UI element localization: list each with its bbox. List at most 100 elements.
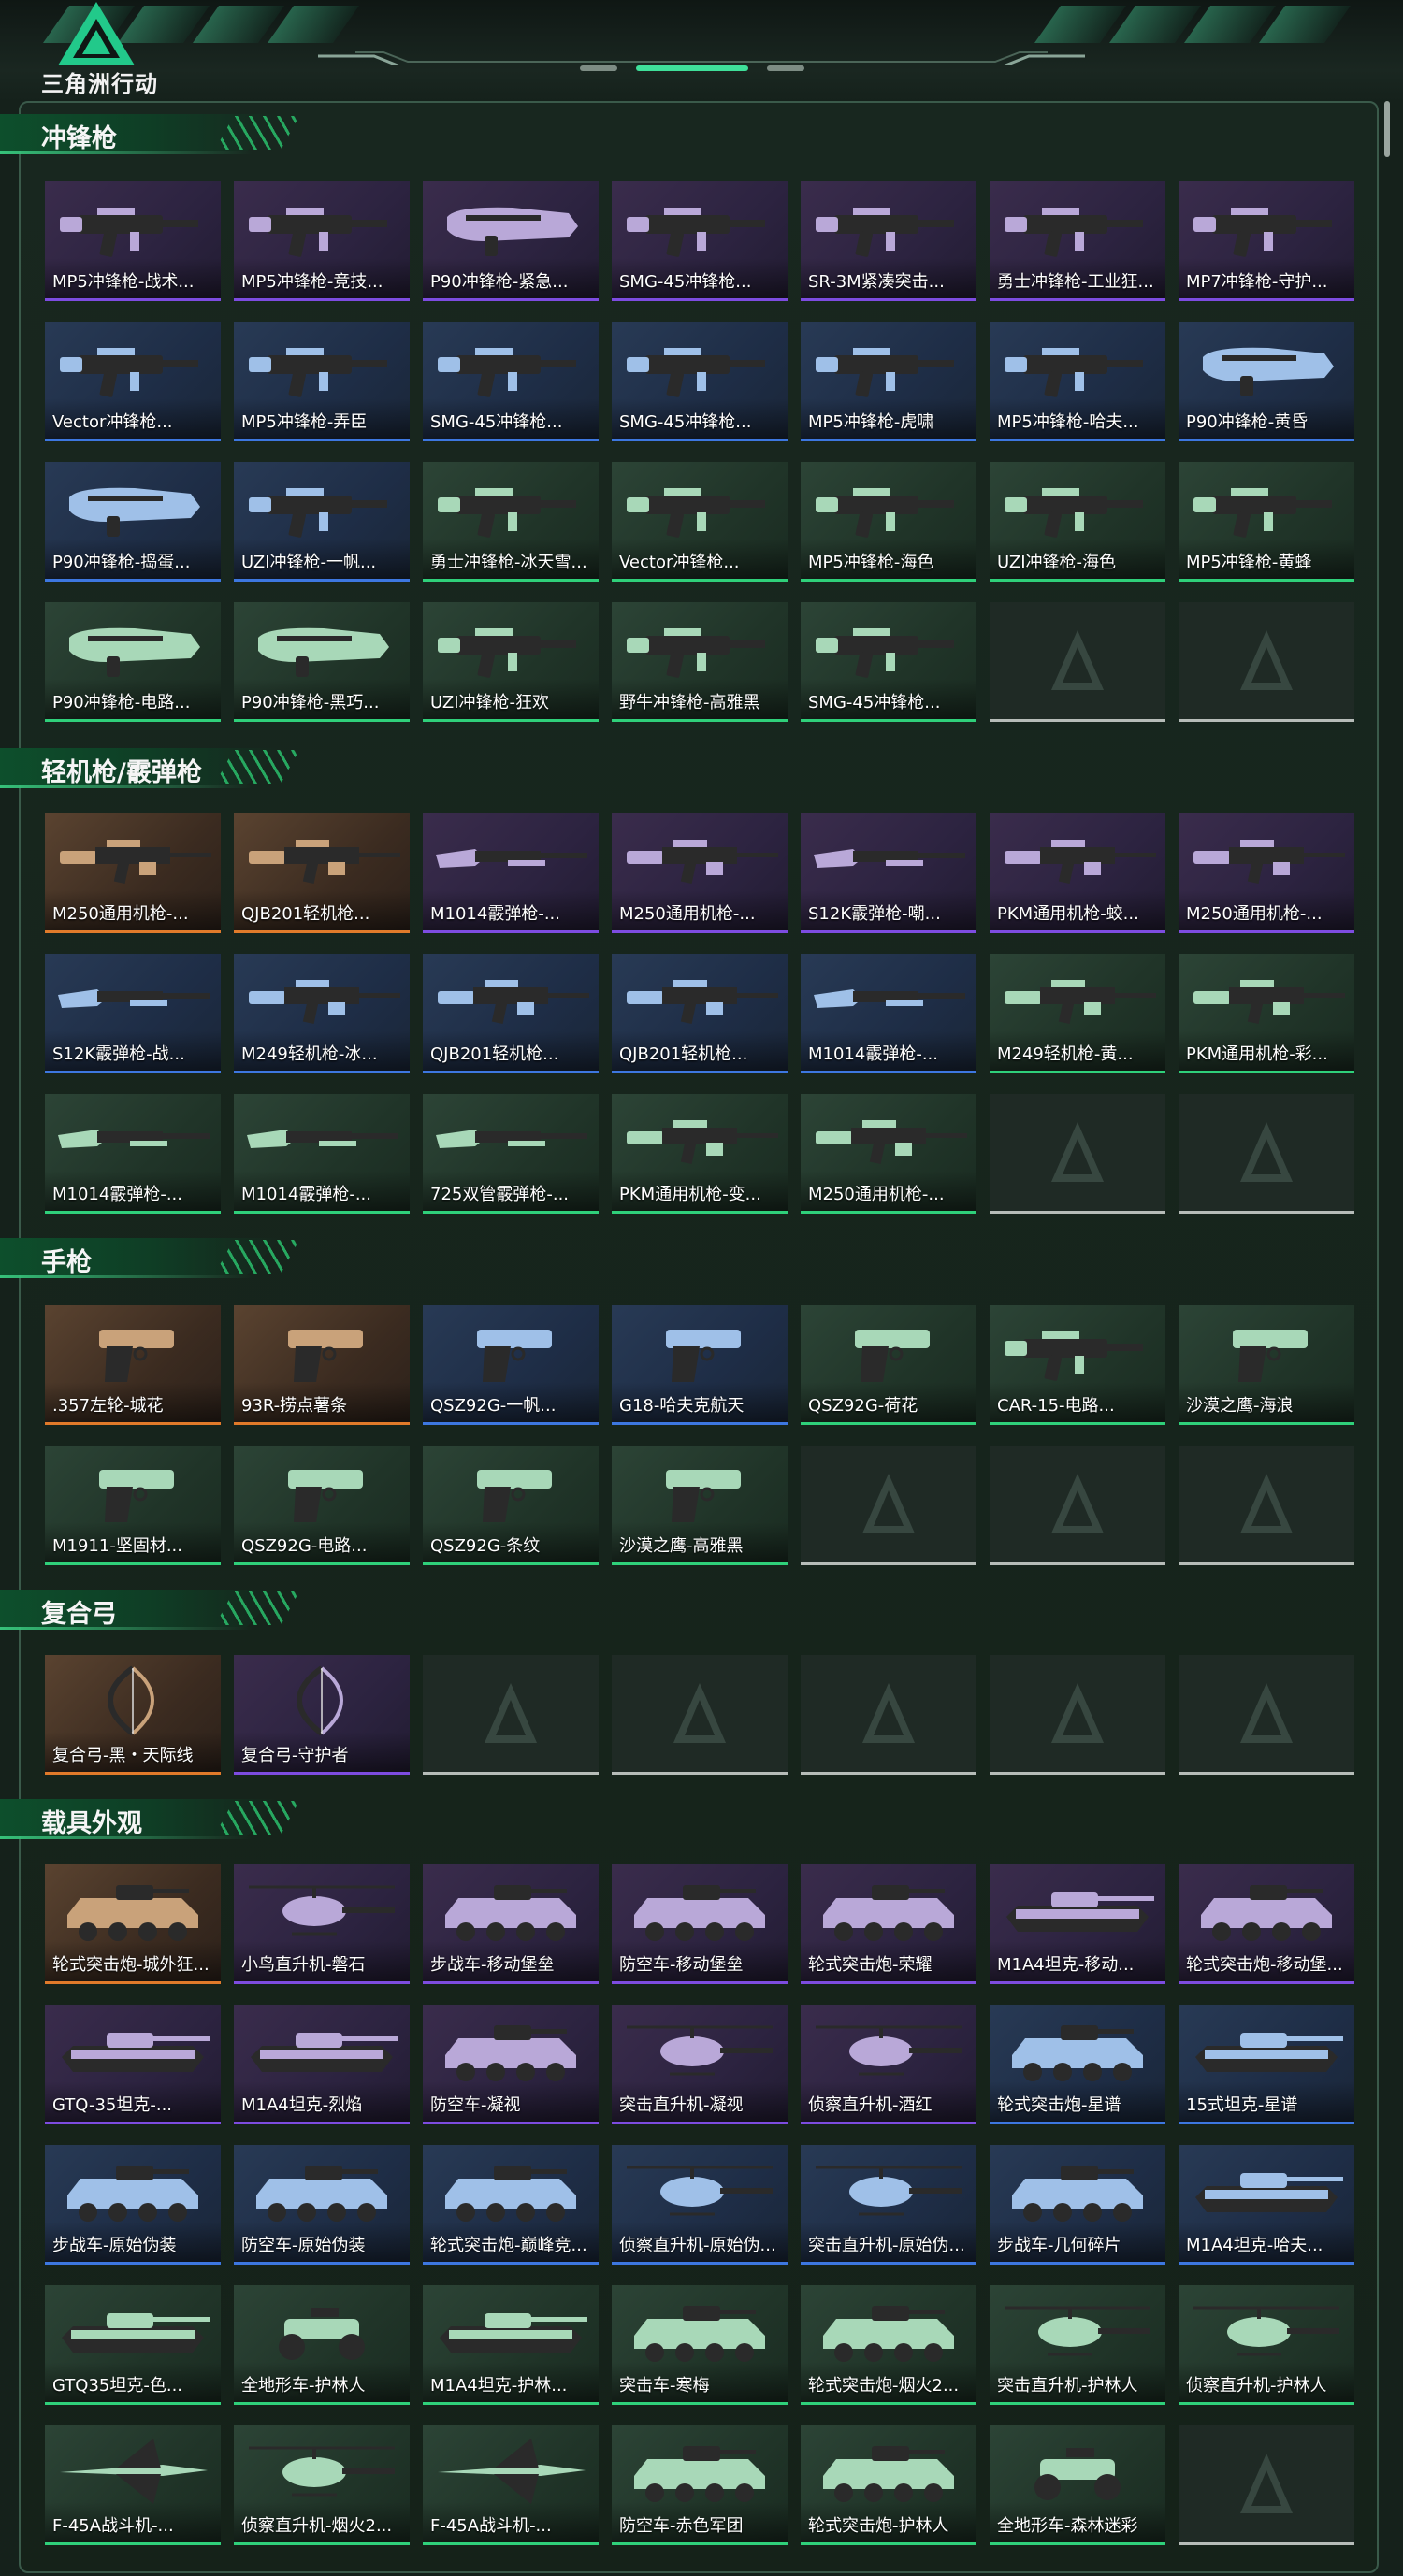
item-card[interactable]: 防空车-凝视: [423, 2005, 599, 2124]
item-card[interactable]: 突击直升机-护林人: [990, 2285, 1165, 2405]
rarity-bar: [234, 298, 410, 301]
item-card[interactable]: QSZ92G-荷花: [801, 1305, 976, 1425]
item-card[interactable]: QJB201轻机枪...: [423, 954, 599, 1073]
item-card[interactable]: M250通用机枪-...: [45, 813, 221, 933]
item-card[interactable]: QSZ92G-一帆...: [423, 1305, 599, 1425]
item-card[interactable]: M1014霰弹枪-...: [234, 1094, 410, 1214]
item-card[interactable]: 突击直升机-凝视: [612, 2005, 788, 2124]
item-card[interactable]: M1A4坦克-哈夫...: [1179, 2145, 1354, 2265]
item-card[interactable]: M250通用机枪-...: [612, 813, 788, 933]
item-card[interactable]: Vector冲锋枪...: [612, 462, 788, 582]
item-card[interactable]: 轮式突击炮-荣耀: [801, 1864, 976, 1984]
item-card[interactable]: 勇士冲锋枪-工业狂...: [990, 181, 1165, 301]
item-card[interactable]: MP5冲锋枪-弄臣: [234, 322, 410, 441]
item-card[interactable]: SMG-45冲锋枪...: [612, 181, 788, 301]
item-card[interactable]: 轮式突击炮-护林人: [801, 2425, 976, 2545]
item-card[interactable]: M1014霰弹枪-...: [45, 1094, 221, 1214]
item-card[interactable]: M1014霰弹枪-...: [801, 954, 976, 1073]
item-card[interactable]: UZI冲锋枪-一帆...: [234, 462, 410, 582]
item-card[interactable]: PKM通用机枪-变...: [612, 1094, 788, 1214]
item-card[interactable]: 复合弓-黑・天际线: [45, 1655, 221, 1775]
item-card[interactable]: 防空车-移动堡垒: [612, 1864, 788, 1984]
vehicle-skin-icon: [1012, 2025, 1143, 2081]
item-card[interactable]: M249轻机枪-冰...: [234, 954, 410, 1073]
item-card[interactable]: MP5冲锋枪-黄蜂: [1179, 462, 1354, 582]
item-card[interactable]: 步战车-移动堡垒: [423, 1864, 599, 1984]
item-card[interactable]: S12K霰弹枪-嘲...: [801, 813, 976, 933]
item-card[interactable]: QSZ92G-条纹: [423, 1446, 599, 1565]
item-card[interactable]: P90冲锋枪-电路...: [45, 602, 221, 722]
item-card[interactable]: F-45A战斗机-...: [423, 2425, 599, 2545]
item-card[interactable]: P90冲锋枪-捣蛋...: [45, 462, 221, 582]
rarity-bar: [423, 930, 599, 933]
item-name: MP5冲锋枪-黄蜂: [1186, 553, 1312, 572]
item-card[interactable]: 突击车-寒梅: [612, 2285, 788, 2405]
item-card[interactable]: F-45A战斗机-...: [45, 2425, 221, 2545]
item-card[interactable]: QJB201轻机枪...: [234, 813, 410, 933]
item-card[interactable]: M1014霰弹枪-...: [423, 813, 599, 933]
item-card[interactable]: 轮式突击炮-移动堡...: [1179, 1864, 1354, 1984]
item-card[interactable]: M1A4坦克-移动...: [990, 1864, 1165, 1984]
item-name: 防空车-凝视: [430, 2095, 521, 2115]
item-card[interactable]: P90冲锋枪-黄昏: [1179, 322, 1354, 441]
item-card[interactable]: P90冲锋枪-紧急...: [423, 181, 599, 301]
item-card[interactable]: SMG-45冲锋枪...: [801, 602, 976, 722]
item-card[interactable]: M249轻机枪-黄...: [990, 954, 1165, 1073]
item-card[interactable]: 步战车-几何碎片: [990, 2145, 1165, 2265]
item-card[interactable]: 全地形车-森林迷彩: [990, 2425, 1165, 2545]
item-card[interactable]: M1911-坚固材...: [45, 1446, 221, 1565]
item-card[interactable]: 轮式突击炮-星谱: [990, 2005, 1165, 2124]
item-card[interactable]: MP5冲锋枪-虎啸: [801, 322, 976, 441]
item-card[interactable]: M250通用机枪-...: [1179, 813, 1354, 933]
item-card[interactable]: 725双管霰弹枪-...: [423, 1094, 599, 1214]
item-card[interactable]: GTQ-35坦克-...: [45, 2005, 221, 2124]
item-card[interactable]: .357左轮-城花: [45, 1305, 221, 1425]
item-card[interactable]: QSZ92G-电路...: [234, 1446, 410, 1565]
item-card[interactable]: 93R-捞点薯条: [234, 1305, 410, 1425]
item-card[interactable]: 沙漠之鹰-高雅黑: [612, 1446, 788, 1565]
item-card[interactable]: 防空车-赤色军团: [612, 2425, 788, 2545]
item-card[interactable]: MP7冲锋枪-守护...: [1179, 181, 1354, 301]
item-card[interactable]: S12K霰弹枪-战...: [45, 954, 221, 1073]
item-card[interactable]: PKM通用机枪-蛟...: [990, 813, 1165, 933]
item-card[interactable]: 侦察直升机-原始伪...: [612, 2145, 788, 2265]
section-title: 载具外观: [41, 1809, 142, 1838]
item-card[interactable]: 全地形车-护林人: [234, 2285, 410, 2405]
item-card[interactable]: 复合弓-守护者: [234, 1655, 410, 1775]
item-card[interactable]: CAR-15-电路...: [990, 1305, 1165, 1425]
item-card[interactable]: M1A4坦克-护林...: [423, 2285, 599, 2405]
item-card[interactable]: MP5冲锋枪-战术...: [45, 181, 221, 301]
item-card[interactable]: 小鸟直升机-磐石: [234, 1864, 410, 1984]
item-card[interactable]: P90冲锋枪-黑巧...: [234, 602, 410, 722]
item-card[interactable]: UZI冲锋枪-海色: [990, 462, 1165, 582]
item-card[interactable]: SR-3M紧凑突击...: [801, 181, 976, 301]
item-card[interactable]: 轮式突击炮-城外狂...: [45, 1864, 221, 1984]
item-card[interactable]: 防空车-原始伪装: [234, 2145, 410, 2265]
item-card[interactable]: 轮式突击炮-烟火2...: [801, 2285, 976, 2405]
item-card[interactable]: MP5冲锋枪-海色: [801, 462, 976, 582]
item-card[interactable]: G18-哈夫克航天: [612, 1305, 788, 1425]
item-card[interactable]: 侦察直升机-烟火2...: [234, 2425, 410, 2545]
item-card[interactable]: 步战车-原始伪装: [45, 2145, 221, 2265]
item-card[interactable]: 侦察直升机-酒红: [801, 2005, 976, 2124]
item-card[interactable]: 勇士冲锋枪-冰天雪...: [423, 462, 599, 582]
item-card[interactable]: MP5冲锋枪-竞技...: [234, 181, 410, 301]
item-card[interactable]: PKM通用机枪-彩...: [1179, 954, 1354, 1073]
item-card[interactable]: M250通用机枪-...: [801, 1094, 976, 1214]
item-card[interactable]: SMG-45冲锋枪...: [423, 322, 599, 441]
scrollbar[interactable]: [1384, 101, 1390, 157]
item-card[interactable]: UZI冲锋枪-狂欢: [423, 602, 599, 722]
item-card[interactable]: 侦察直升机-护林人: [1179, 2285, 1354, 2405]
rarity-bar: [45, 1981, 221, 1984]
item-card[interactable]: GTQ35坦克-色...: [45, 2285, 221, 2405]
item-card[interactable]: Vector冲锋枪...: [45, 322, 221, 441]
item-card[interactable]: 野牛冲锋枪-高雅黑: [612, 602, 788, 722]
item-card[interactable]: MP5冲锋枪-哈夫...: [990, 322, 1165, 441]
item-card[interactable]: QJB201轻机枪...: [612, 954, 788, 1073]
item-card[interactable]: 沙漠之鹰-海浪: [1179, 1305, 1354, 1425]
item-card[interactable]: 轮式突击炮-巅峰竞...: [423, 2145, 599, 2265]
item-card[interactable]: SMG-45冲锋枪...: [612, 322, 788, 441]
item-card[interactable]: M1A4坦克-烈焰: [234, 2005, 410, 2124]
item-card[interactable]: 15式坦克-星谱: [1179, 2005, 1354, 2124]
item-card[interactable]: 突击直升机-原始伪...: [801, 2145, 976, 2265]
